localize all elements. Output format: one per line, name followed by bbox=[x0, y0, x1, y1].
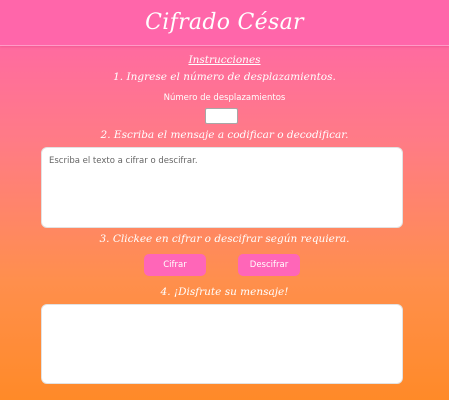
instruction-step-2: 2. Escriba el mensaje a codificar o deco… bbox=[100, 129, 349, 141]
instructions-title: Instrucciones bbox=[188, 54, 261, 66]
result-output[interactable] bbox=[41, 304, 403, 384]
instruction-step-1: 1. Ingrese el número de desplazamientos. bbox=[113, 71, 336, 83]
shift-count-label: Número de desplazamientos bbox=[163, 93, 286, 103]
page-header: Cifrado César bbox=[0, 0, 449, 46]
decrypt-button[interactable]: Descifrar bbox=[238, 254, 300, 276]
shift-count-input[interactable] bbox=[205, 108, 238, 124]
instruction-step-4: 4. ¡Disfrute su mensaje! bbox=[160, 286, 289, 298]
page-title: Cifrado César bbox=[145, 10, 304, 35]
encrypt-button[interactable]: Cifrar bbox=[144, 254, 206, 276]
instruction-step-3: 3. Clickee en cifrar o descifrar según r… bbox=[99, 233, 350, 245]
message-input[interactable] bbox=[41, 147, 403, 228]
